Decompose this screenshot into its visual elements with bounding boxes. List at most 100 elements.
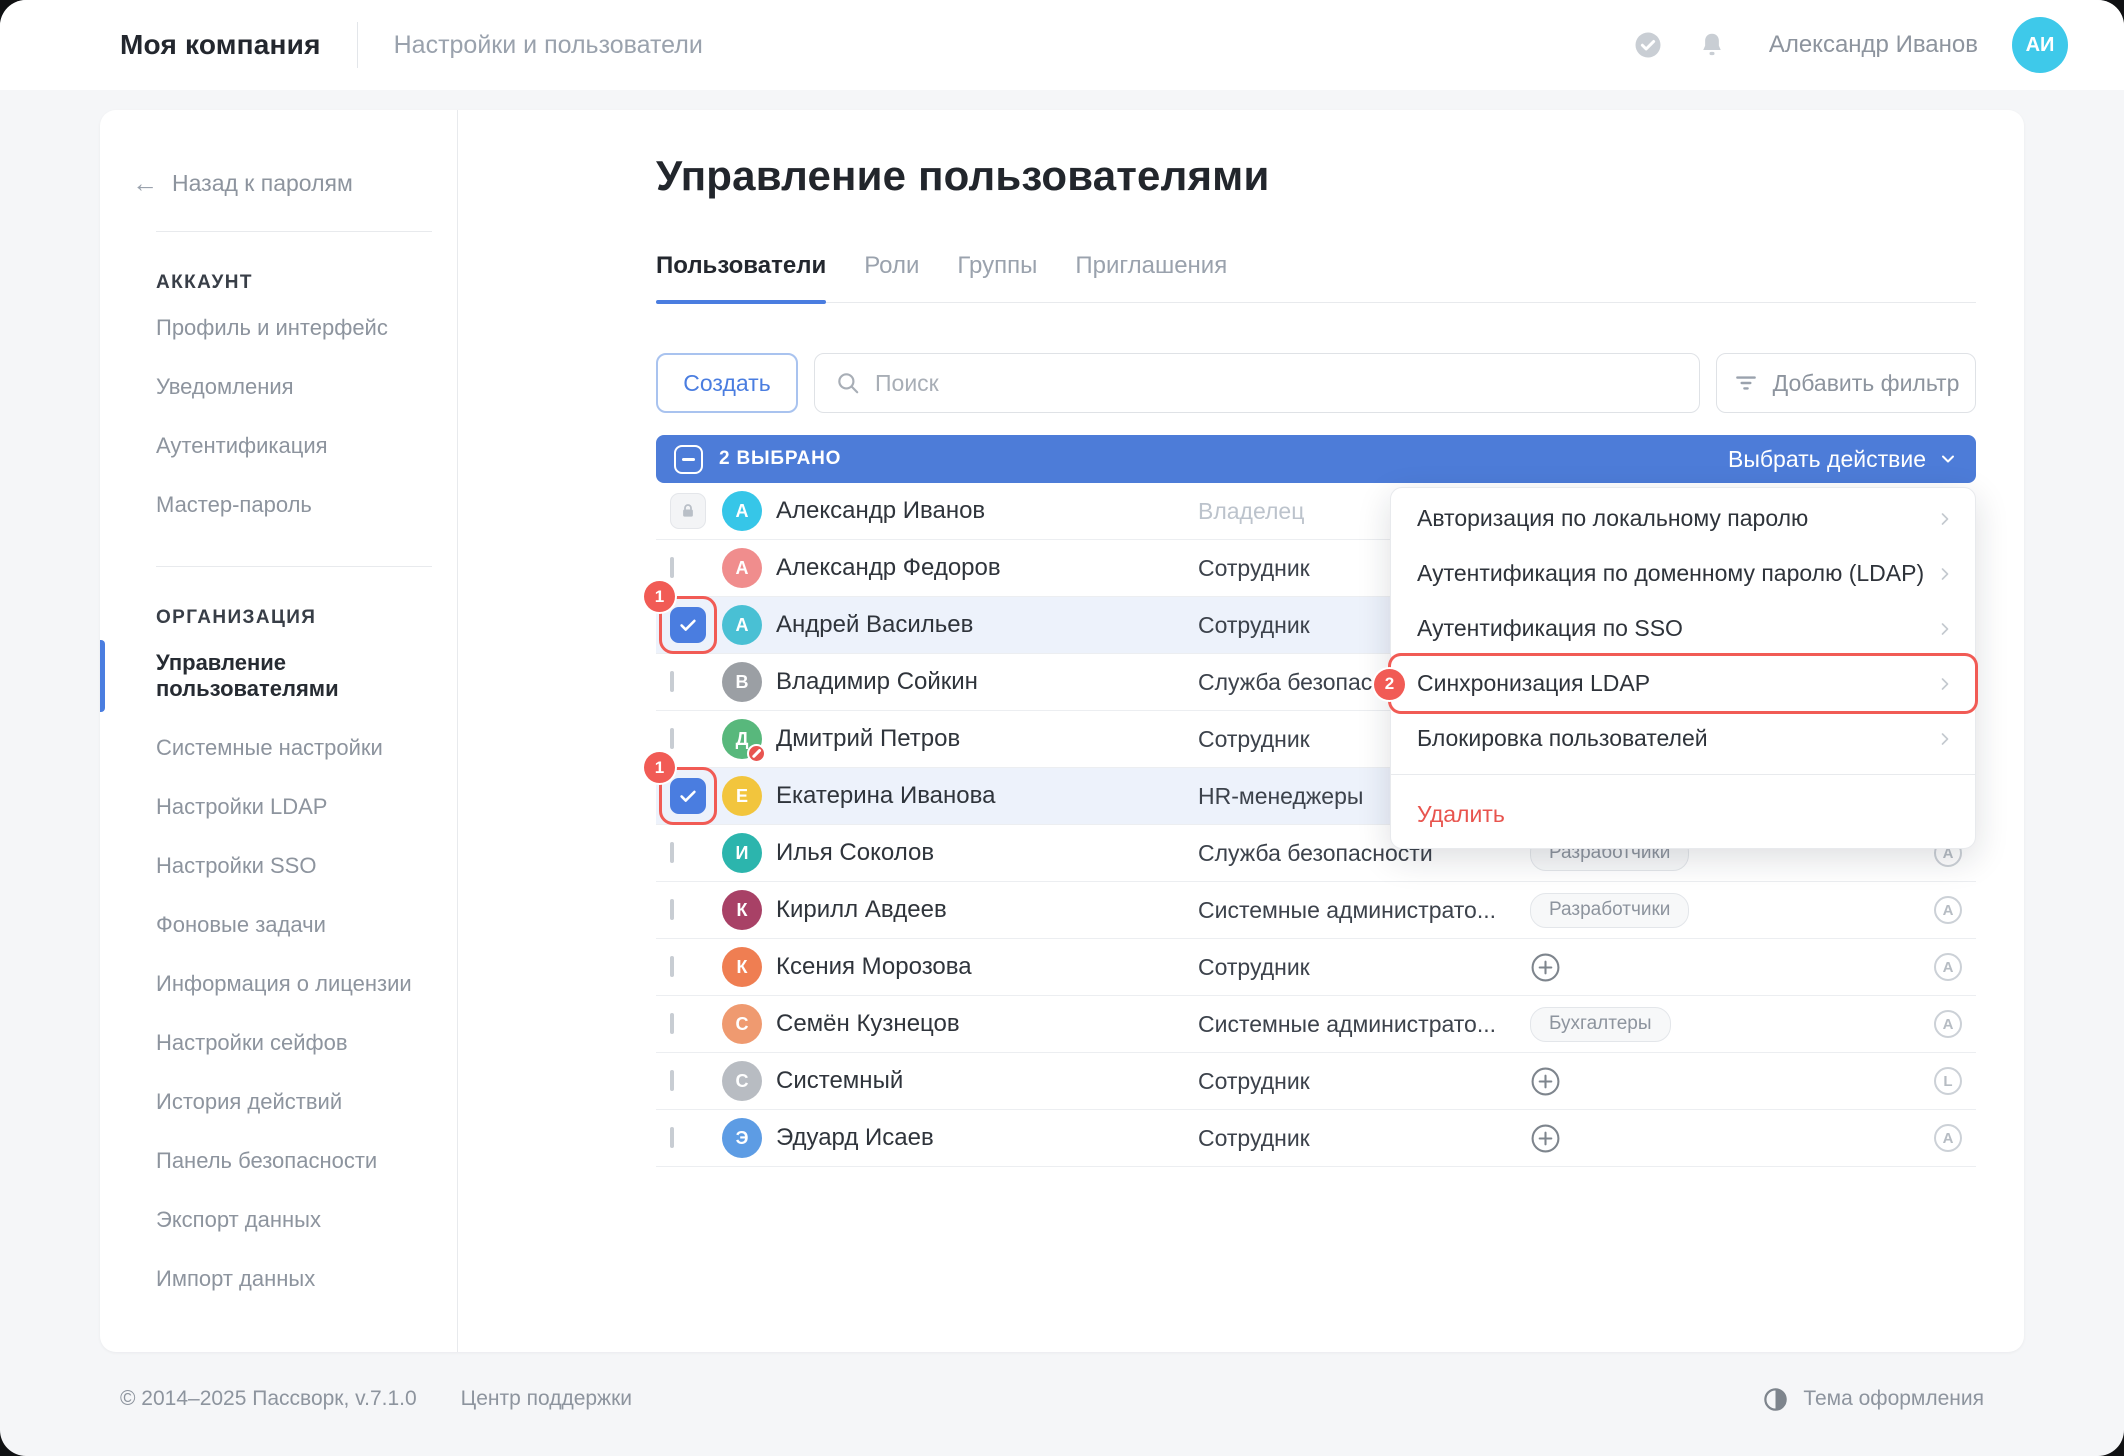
menu-item-delete[interactable]: Удалить xyxy=(1391,783,1975,845)
choose-action-label: Выбрать действие xyxy=(1728,446,1926,473)
annotation-step-badge: 1 xyxy=(644,581,675,612)
sidebar-section-organization: ОРГАНИЗАЦИЯ xyxy=(100,607,457,629)
tab-users[interactable]: Пользователи xyxy=(656,252,826,302)
row-checkbox-checked[interactable] xyxy=(670,607,706,643)
row-checkbox[interactable] xyxy=(670,1070,674,1091)
sidebar-item-profile[interactable]: Профиль и интерфейс xyxy=(100,303,457,353)
theme-label: Тема оформления xyxy=(1803,1387,1984,1411)
support-center-link[interactable]: Центр поддержки xyxy=(461,1387,632,1411)
user-role-cell: Системные администрато... xyxy=(1198,1011,1518,1038)
row-checkbox[interactable] xyxy=(670,557,674,578)
sidebar-item-authentication[interactable]: Аутентификация xyxy=(100,421,457,471)
menu-item-local-password[interactable]: Авторизация по локальному паролю xyxy=(1391,491,1975,546)
blocked-user-icon xyxy=(747,744,766,763)
back-label: Назад к паролям xyxy=(172,170,353,197)
choose-action-dropdown[interactable]: Выбрать действие xyxy=(1728,446,1958,473)
user-name-cell: Дмитрий Петров xyxy=(776,725,1198,753)
row-checkbox-checked[interactable] xyxy=(670,778,706,814)
user-role-cell: Сотрудник xyxy=(1198,954,1518,981)
menu-item-block-users[interactable]: Блокировка пользователей xyxy=(1391,711,1975,766)
table-row[interactable]: К Ксения Морозова Сотрудник A xyxy=(656,939,1976,996)
user-avatar[interactable]: АИ xyxy=(2012,17,2068,73)
sidebar-item-notifications[interactable]: Уведомления xyxy=(100,362,457,412)
table-row[interactable]: С Системный Сотрудник L xyxy=(656,1053,1976,1110)
table-row[interactable]: К Кирилл Авдеев Системные администрато..… xyxy=(656,882,1976,939)
menu-item-label: Аутентификация по доменному паролю (LDAP… xyxy=(1417,560,1924,587)
search-box[interactable] xyxy=(814,353,1700,413)
sidebar-item-export[interactable]: Экспорт данных xyxy=(100,1195,457,1245)
selection-bar: 2 ВЫБРАНО Выбрать действие xyxy=(656,435,1976,483)
tab-groups[interactable]: Группы xyxy=(957,252,1037,302)
check-circle-icon[interactable] xyxy=(1633,30,1663,60)
row-checkbox[interactable] xyxy=(670,956,674,977)
row-checkbox[interactable] xyxy=(670,899,674,920)
actions-dropdown-menu: Авторизация по локальному паролю Аутенти… xyxy=(1390,487,1976,849)
user-name-cell: Екатерина Иванова xyxy=(776,782,1198,810)
user-name-cell: Владимир Сойкин xyxy=(776,668,1198,696)
user-role-cell: Системные администрато... xyxy=(1198,897,1518,924)
annotation-step-badge: 1 xyxy=(644,752,675,783)
chevron-right-icon xyxy=(1935,564,1955,584)
avatar: И xyxy=(722,833,762,873)
arrow-left-icon: ← xyxy=(132,168,158,199)
sidebar-item-security-panel[interactable]: Панель безопасности xyxy=(100,1136,457,1186)
user-name-cell: Кирилл Авдеев xyxy=(776,896,1198,924)
row-checkbox[interactable] xyxy=(670,1127,674,1148)
add-filter-button[interactable]: Добавить фильтр xyxy=(1716,353,1976,413)
sidebar-item-action-history[interactable]: История действий xyxy=(100,1077,457,1127)
bell-icon[interactable] xyxy=(1697,30,1727,60)
tab-roles[interactable]: Роли xyxy=(864,252,919,302)
sidebar-item-import[interactable]: Импорт данных xyxy=(100,1254,457,1304)
header-divider xyxy=(357,22,358,68)
theme-icon xyxy=(1762,1386,1789,1413)
avatar: К xyxy=(722,947,762,987)
avatar: С xyxy=(722,1061,762,1101)
row-checkbox[interactable] xyxy=(670,1013,674,1034)
add-group-button[interactable] xyxy=(1530,1123,1561,1154)
user-name-cell: Андрей Васильев xyxy=(776,611,1198,639)
menu-item-ldap-password[interactable]: Аутентификация по доменному паролю (LDAP… xyxy=(1391,546,1975,601)
sidebar-item-license-info[interactable]: Информация о лицензии xyxy=(100,959,457,1009)
sidebar-item-ldap-settings[interactable]: Настройки LDAP xyxy=(100,782,457,832)
tab-invitations[interactable]: Приглашения xyxy=(1075,252,1227,302)
add-group-button[interactable] xyxy=(1530,1066,1561,1097)
row-checkbox[interactable] xyxy=(670,728,674,749)
page-title: Управление пользователями xyxy=(656,152,1976,200)
row-checkbox[interactable] xyxy=(670,671,674,692)
top-header: Моя компания Настройки и пользователи Ал… xyxy=(0,0,2124,90)
app-window: Моя компания Настройки и пользователи Ал… xyxy=(0,0,2124,1456)
search-input[interactable] xyxy=(875,370,1679,397)
menu-item-ldap-sync[interactable]: 2 Синхронизация LDAP xyxy=(1391,656,1975,711)
avatar: Е xyxy=(722,776,762,816)
group-tag[interactable]: Бухгалтеры xyxy=(1530,1007,1671,1042)
table-row[interactable]: Э Эдуард Исаев Сотрудник A xyxy=(656,1110,1976,1167)
sidebar-item-vault-settings[interactable]: Настройки сейфов xyxy=(100,1018,457,1068)
chevron-right-icon xyxy=(1935,729,1955,749)
chevron-right-icon xyxy=(1935,619,1955,639)
add-group-button[interactable] xyxy=(1530,952,1561,983)
annotation-step-badge: 2 xyxy=(1374,669,1405,700)
create-button[interactable]: Создать xyxy=(656,353,798,413)
user-name-cell: Семён Кузнецов xyxy=(776,1010,1198,1038)
sidebar-item-user-management[interactable]: Управление пользователями xyxy=(100,638,457,714)
user-name[interactable]: Александр Иванов xyxy=(1769,31,1978,59)
menu-item-sso-auth[interactable]: Аутентификация по SSO xyxy=(1391,601,1975,656)
chevron-right-icon xyxy=(1935,509,1955,529)
theme-toggle[interactable]: Тема оформления xyxy=(1762,1386,1984,1413)
auth-type-icon: A xyxy=(1934,896,1962,924)
row-checkbox[interactable] xyxy=(670,842,674,863)
avatar: С xyxy=(722,1004,762,1044)
sidebar-item-background-tasks[interactable]: Фоновые задачи xyxy=(100,900,457,950)
sidebar-item-sso-settings[interactable]: Настройки SSO xyxy=(100,841,457,891)
avatar: А xyxy=(722,605,762,645)
footer: © 2014–2025 Пассворк, v.7.1.0 Центр подд… xyxy=(0,1352,2124,1456)
select-all-checkbox-indeterminate[interactable] xyxy=(674,445,703,474)
user-name-cell: Системный xyxy=(776,1067,1198,1095)
sidebar-item-system-settings[interactable]: Системные настройки xyxy=(100,723,457,773)
sidebar-item-master-password[interactable]: Мастер-пароль xyxy=(100,480,457,530)
user-name-cell: Ксения Морозова xyxy=(776,953,1198,981)
menu-item-label: Авторизация по локальному паролю xyxy=(1417,505,1808,532)
table-row[interactable]: С Семён Кузнецов Системные администрато.… xyxy=(656,996,1976,1053)
back-to-passwords-link[interactable]: ← Назад к паролям xyxy=(100,168,457,199)
group-tag[interactable]: Разработчики xyxy=(1530,893,1689,928)
